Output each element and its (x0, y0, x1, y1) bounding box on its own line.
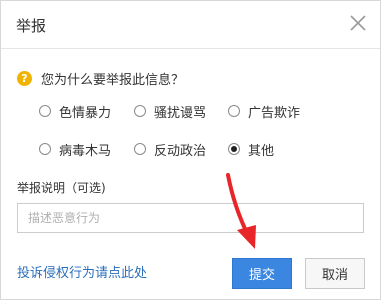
reason-option-harassment[interactable]: 骚扰谩骂 (134, 102, 207, 121)
close-icon[interactable] (348, 13, 368, 33)
option-label: 反动政治 (154, 143, 207, 159)
reason-option-virus-trojan[interactable]: 病毒木马 (39, 140, 112, 159)
radio-button[interactable] (134, 143, 146, 155)
option-label: 广告欺诈 (248, 105, 301, 121)
reason-option-other[interactable]: 其他 (228, 140, 275, 159)
dialog-header: 举报 (1, 1, 380, 49)
question-text: 您为什么要举报此信息？ (41, 72, 185, 88)
reason-option-porn-violence[interactable]: 色情暴力 (39, 102, 112, 121)
report-dialog: 举报 ? 您为什么要举报此信息？ 色情暴力 骚扰谩骂 广告欺诈 病毒木马 反动政… (0, 0, 381, 300)
radio-button[interactable] (39, 143, 51, 155)
option-label: 色情暴力 (59, 105, 112, 121)
question-icon: ? (17, 70, 32, 86)
cancel-button[interactable]: 取消 (305, 258, 365, 289)
reason-option-ad-fraud[interactable]: 广告欺诈 (228, 102, 301, 121)
option-label: 骚扰谩骂 (154, 105, 207, 121)
dialog-title: 举报 (16, 17, 47, 35)
radio-button[interactable] (39, 105, 51, 117)
option-label: 其他 (248, 143, 275, 159)
radio-button[interactable] (134, 105, 146, 117)
description-input[interactable] (17, 203, 364, 233)
option-label: 病毒木马 (59, 143, 112, 159)
submit-button[interactable]: 提交 (232, 258, 292, 289)
complaint-link[interactable]: 投诉侵权行为请点此处 (17, 262, 147, 281)
reason-option-political[interactable]: 反动政治 (134, 140, 207, 159)
report-question: ? 您为什么要举报此信息？ (17, 69, 185, 88)
radio-button[interactable] (228, 105, 240, 117)
description-label: 举报说明（可选) (17, 181, 106, 195)
radio-button-selected[interactable] (228, 143, 240, 155)
